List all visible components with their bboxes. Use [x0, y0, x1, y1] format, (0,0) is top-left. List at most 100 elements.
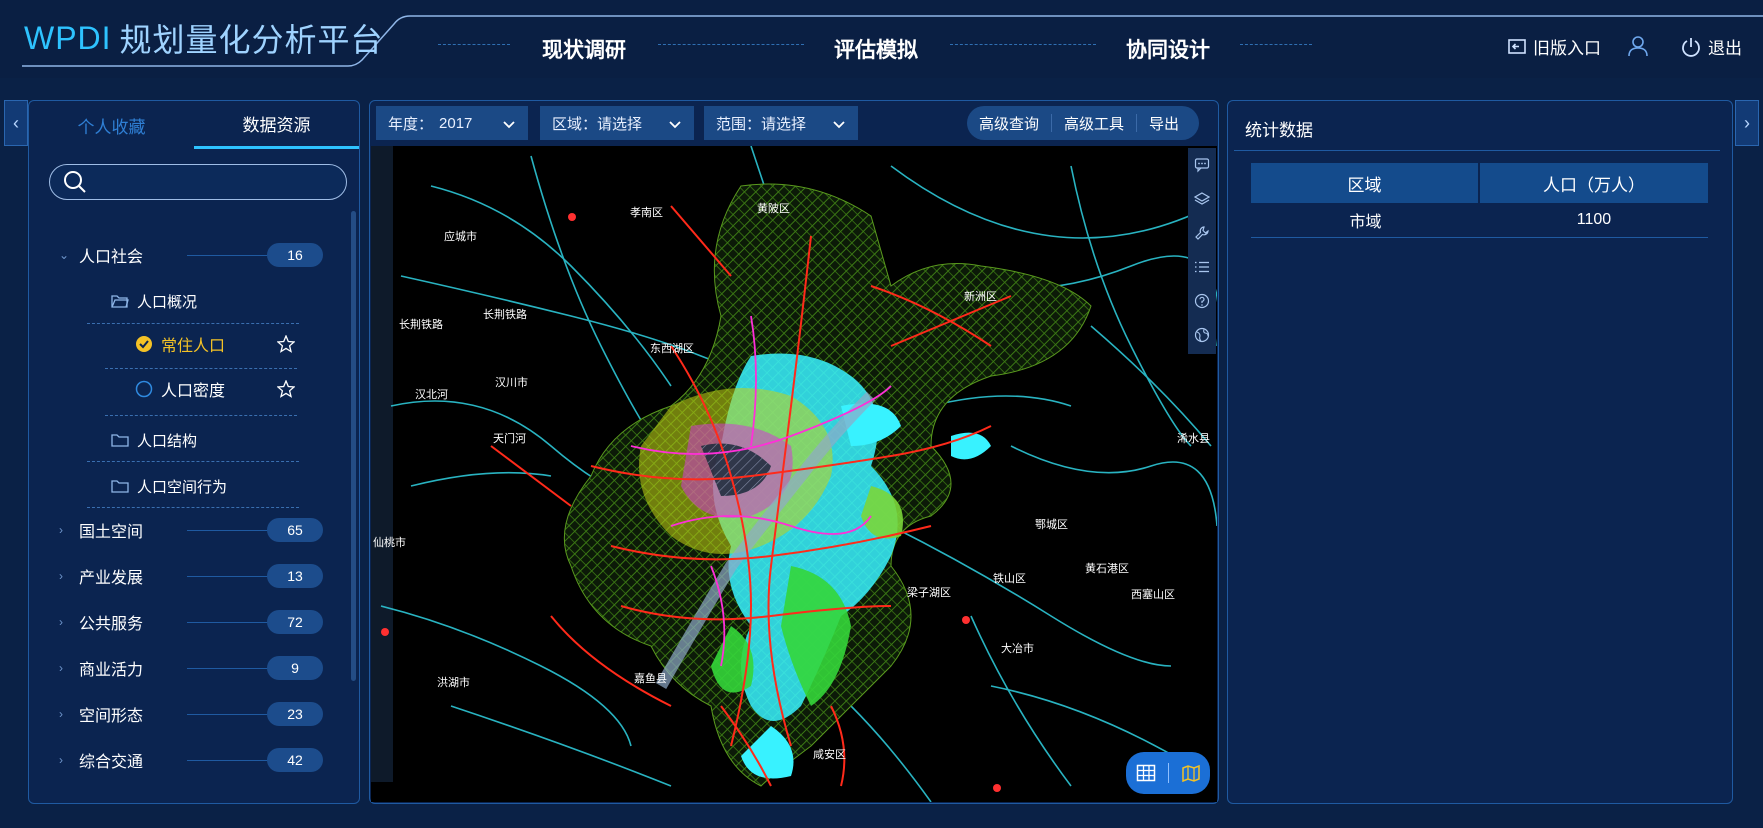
map-tool-column: [1188, 148, 1216, 354]
nav-divider: [1240, 44, 1312, 45]
divider: [1234, 150, 1720, 151]
range-select[interactable]: 范围：请选择: [704, 106, 858, 140]
map-label: 汉川市: [495, 377, 528, 389]
category-label: 空间形态: [79, 708, 144, 725]
category-spatial-form[interactable]: › 空间形态: [59, 700, 307, 728]
stats-table: 区域 人口（万人） 市域 1100: [1251, 163, 1708, 238]
map-label: 咸安区: [813, 749, 846, 761]
search-icon: [62, 169, 88, 195]
category-label: 产业发展: [79, 570, 144, 587]
map-icon[interactable]: [1181, 763, 1201, 783]
category-count-badge: 16: [267, 243, 323, 267]
map-canvas[interactable]: 孝南区 应城市 黄陂区 新洲区 东西湖区 汉川市 汉北河 天门河 长荆铁路 长荆…: [371, 146, 1217, 802]
category-public-service[interactable]: › 公共服务: [59, 608, 307, 636]
map-graphic: [371, 146, 1217, 802]
area-select[interactable]: 区域：请选择: [540, 106, 694, 140]
tab-favorites[interactable]: 个人收藏: [29, 101, 194, 149]
layer-item-resident-population[interactable]: 常住人口: [135, 330, 225, 358]
star-icon[interactable]: [277, 335, 295, 353]
category-count-badge: 9: [267, 656, 323, 680]
map-label: 鄂城区: [1035, 519, 1068, 531]
map-label: 黄陂区: [757, 203, 790, 215]
category-land-space[interactable]: › 国土空间: [59, 516, 307, 544]
category-population-society[interactable]: ⌄ 人口社会: [59, 241, 307, 269]
chevron-left-icon: ‹: [13, 112, 19, 133]
chevron-right-icon: ›: [59, 661, 63, 675]
divider: [1167, 763, 1169, 783]
nav-simulation[interactable]: 评估模拟: [834, 34, 918, 64]
list-icon[interactable]: [1188, 250, 1216, 284]
right-collapse-button[interactable]: ›: [1735, 100, 1759, 146]
comment-icon[interactable]: [1188, 148, 1216, 182]
category-label: 公共服务: [79, 616, 144, 633]
nav-survey[interactable]: 现状调研: [542, 34, 626, 64]
layer-label: 常住人口: [161, 338, 226, 355]
chevron-right-icon: ›: [59, 707, 63, 721]
map-label: 孝南区: [630, 207, 663, 219]
category-label: 综合交通: [79, 754, 144, 771]
star-icon[interactable]: [277, 380, 295, 398]
folder-population-overview[interactable]: 人口概况: [111, 287, 197, 315]
map-label: 新洲区: [964, 291, 997, 303]
year-label: 年度：: [388, 115, 434, 133]
category-industry[interactable]: › 产业发展: [59, 562, 307, 590]
map-label: 黄石港区: [1085, 563, 1129, 575]
category-count-badge: 42: [267, 748, 323, 772]
view-toggle: [1126, 752, 1210, 794]
category-commercial-vitality[interactable]: › 商业活力: [59, 654, 307, 682]
user-icon: [1626, 34, 1650, 58]
wrench-icon[interactable]: [1188, 216, 1216, 250]
map-label: 天门河: [493, 433, 526, 445]
layer-item-population-density[interactable]: 人口密度: [135, 375, 225, 403]
map-label: 嘉鱼县: [634, 673, 667, 685]
year-select[interactable]: 年度： 2017: [376, 106, 528, 140]
table-row[interactable]: 市域 1100: [1251, 203, 1708, 238]
nav-collab-design[interactable]: 协同设计: [1126, 34, 1210, 64]
help-icon[interactable]: [1188, 284, 1216, 318]
search-box[interactable]: [49, 164, 347, 200]
map-label: 长荆铁路: [399, 319, 443, 331]
divider: [87, 323, 299, 324]
folder-icon: [111, 478, 129, 494]
divider: [87, 507, 299, 508]
folder-population-spatial-behavior[interactable]: 人口空间行为: [111, 472, 227, 500]
search-input[interactable]: [98, 169, 338, 197]
left-tabs: 个人收藏 数据资源: [29, 101, 359, 149]
advanced-tools-button[interactable]: 高级工具: [1052, 113, 1136, 134]
folder-open-icon: [111, 293, 129, 309]
radio-circle-icon: [135, 380, 153, 398]
legacy-entry-button[interactable]: 旧版入口: [1507, 34, 1601, 59]
layers-icon[interactable]: [1188, 182, 1216, 216]
nav-divider: [658, 44, 804, 45]
user-button[interactable]: [1626, 34, 1650, 58]
category-label: 商业活力: [79, 662, 144, 679]
range-label: 范围：请选择: [716, 115, 807, 133]
folder-icon: [111, 432, 129, 448]
map-label: 仙桃市: [373, 537, 406, 549]
tab-data-resources[interactable]: 数据资源: [194, 101, 359, 149]
folder-population-structure[interactable]: 人口结构: [111, 426, 197, 454]
divider: [105, 368, 297, 369]
table-icon[interactable]: [1136, 764, 1156, 782]
category-count-badge: 72: [267, 610, 323, 634]
app-logo: WPDI 规划量化分析平台: [24, 16, 384, 60]
category-count-badge: 23: [267, 702, 323, 726]
logout-button[interactable]: 退出: [1680, 34, 1742, 59]
map-label: 大冶市: [1001, 643, 1034, 655]
scrollbar[interactable]: [351, 211, 356, 681]
map-label: 浠水县: [1177, 433, 1210, 445]
export-button[interactable]: 导出: [1137, 113, 1191, 134]
cell-population: 1100: [1576, 211, 1612, 228]
left-collapse-button[interactable]: ‹: [4, 100, 28, 146]
globe-icon[interactable]: [1188, 318, 1216, 352]
year-value: 2017: [439, 114, 473, 132]
map-action-group: 高级查询 高级工具 导出: [967, 106, 1199, 140]
category-label: 人口社会: [79, 249, 144, 266]
chevron-right-icon: ›: [59, 615, 63, 629]
category-transport[interactable]: › 综合交通: [59, 746, 307, 774]
chevron-down-icon: [668, 117, 682, 134]
power-icon: [1680, 36, 1702, 58]
map-label: 梁子湖区: [907, 587, 951, 599]
advanced-query-button[interactable]: 高级查询: [967, 113, 1051, 134]
folder-label: 人口概况: [137, 293, 198, 311]
